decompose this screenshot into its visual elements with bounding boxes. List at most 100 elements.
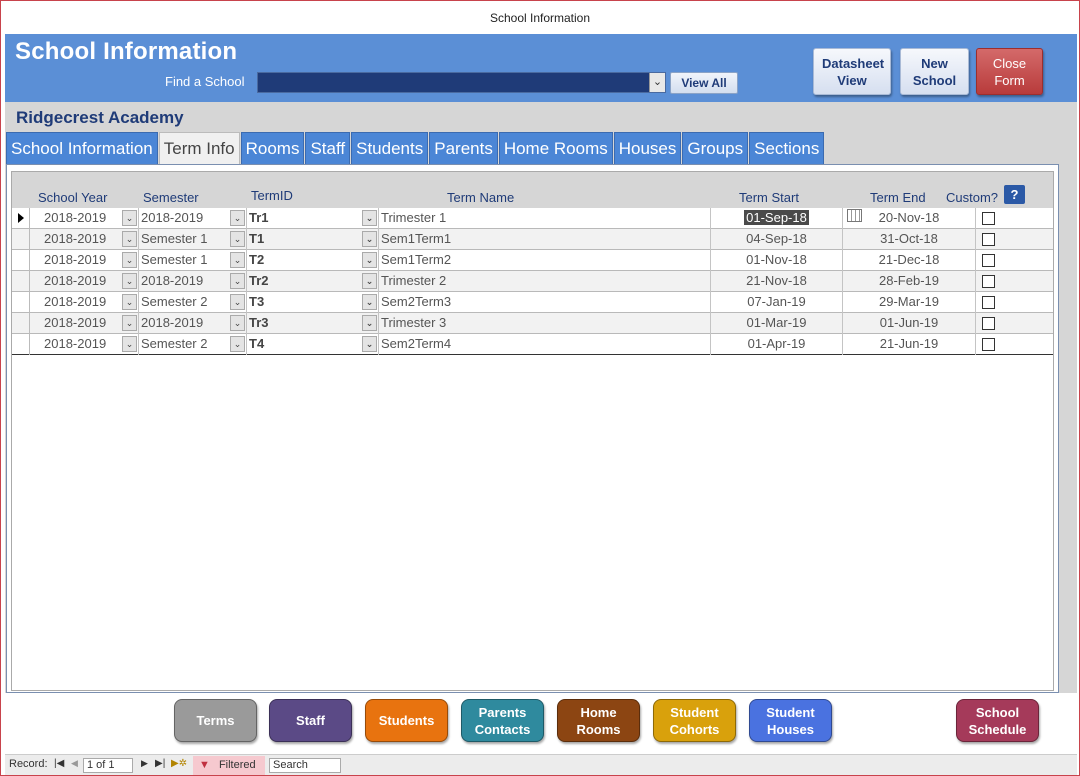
record-number-input[interactable]: 1 of 1: [83, 758, 133, 773]
last-record-icon[interactable]: ▶|: [155, 758, 165, 769]
chevron-down-icon[interactable]: ⌄: [122, 273, 137, 289]
students-button[interactable]: Students: [365, 699, 448, 742]
parents-contacts-button[interactable]: Parents Contacts: [461, 699, 544, 742]
chevron-down-icon[interactable]: ⌄: [362, 273, 377, 289]
term-id-cell[interactable]: T2 ⌄: [247, 250, 379, 271]
next-record-icon[interactable]: ▶: [141, 758, 148, 769]
semester-cell[interactable]: 2018-2019 ⌄: [139, 271, 247, 292]
chevron-down-icon[interactable]: ⌄: [230, 315, 245, 331]
tab-rooms[interactable]: Rooms: [240, 132, 305, 164]
term-id-cell[interactable]: T4 ⌄: [247, 334, 379, 355]
term-name-cell[interactable]: Sem1Term1: [379, 229, 711, 250]
chevron-down-icon[interactable]: ⌄: [362, 231, 377, 247]
student-houses-button[interactable]: Student Houses: [749, 699, 832, 742]
semester-cell[interactable]: 2018-2019 ⌄: [139, 313, 247, 334]
filter-toggle[interactable]: ▼ Filtered: [193, 756, 265, 775]
find-school-combo[interactable]: ⌄: [257, 72, 666, 93]
school-schedule-button[interactable]: School Schedule: [956, 699, 1039, 742]
chevron-down-icon[interactable]: ⌄: [122, 231, 137, 247]
record-selector[interactable]: [12, 292, 30, 313]
first-record-icon[interactable]: |◀: [54, 758, 64, 769]
custom-checkbox[interactable]: [982, 338, 995, 351]
term-id-cell[interactable]: Tr1 ⌄: [247, 208, 379, 229]
tab-students[interactable]: Students: [351, 132, 429, 164]
school-year-cell[interactable]: 2018-2019 ⌄: [30, 334, 139, 355]
school-year-cell[interactable]: 2018-2019 ⌄: [30, 292, 139, 313]
chevron-down-icon[interactable]: ⌄: [362, 315, 377, 331]
close-form-button[interactable]: Close Form: [976, 48, 1043, 95]
chevron-down-icon[interactable]: ⌄: [230, 252, 245, 268]
term-name-cell[interactable]: Sem2Term4: [379, 334, 711, 355]
term-end-cell[interactable]: 21-Jun-19: [843, 334, 976, 355]
chevron-down-icon[interactable]: ⌄: [122, 315, 137, 331]
term-name-cell[interactable]: Trimester 1: [379, 208, 711, 229]
school-year-cell[interactable]: 2018-2019 ⌄: [30, 208, 139, 229]
chevron-down-icon[interactable]: ⌄: [122, 210, 137, 226]
chevron-down-icon[interactable]: ⌄: [230, 294, 245, 310]
school-year-cell[interactable]: 2018-2019 ⌄: [30, 250, 139, 271]
record-selector[interactable]: [12, 208, 30, 229]
school-year-cell[interactable]: 2018-2019 ⌄: [30, 271, 139, 292]
term-id-cell[interactable]: T1 ⌄: [247, 229, 379, 250]
semester-cell[interactable]: Semester 2 ⌄: [139, 292, 247, 313]
custom-checkbox[interactable]: [982, 254, 995, 267]
custom-checkbox[interactable]: [982, 233, 995, 246]
tab-home-rooms[interactable]: Home Rooms: [498, 132, 613, 164]
school-year-cell[interactable]: 2018-2019 ⌄: [30, 229, 139, 250]
term-start-cell[interactable]: 01-Mar-19: [711, 313, 843, 334]
chevron-down-icon[interactable]: ⌄: [230, 231, 245, 247]
student-cohorts-button[interactable]: Student Cohorts: [653, 699, 736, 742]
term-start-cell[interactable]: 01-Nov-18: [711, 250, 843, 271]
home-rooms-button[interactable]: Home Rooms: [557, 699, 640, 742]
term-end-cell[interactable]: 20-Nov-18: [843, 208, 976, 229]
chevron-down-icon[interactable]: ⌄: [649, 73, 665, 92]
tab-parents[interactable]: Parents: [429, 132, 498, 164]
school-year-cell[interactable]: 2018-2019 ⌄: [30, 313, 139, 334]
term-start-cell[interactable]: 01-Apr-19: [711, 334, 843, 355]
chevron-down-icon[interactable]: ⌄: [362, 294, 377, 310]
term-end-cell[interactable]: 28-Feb-19: [843, 271, 976, 292]
term-name-cell[interactable]: Trimester 3: [379, 313, 711, 334]
chevron-down-icon[interactable]: ⌄: [230, 210, 245, 226]
custom-checkbox[interactable]: [982, 317, 995, 330]
record-selector[interactable]: [12, 334, 30, 355]
term-start-cell[interactable]: 04-Sep-18: [711, 229, 843, 250]
chevron-down-icon[interactable]: ⌄: [122, 336, 137, 352]
tab-sections[interactable]: Sections: [749, 132, 825, 164]
semester-cell[interactable]: Semester 2 ⌄: [139, 334, 247, 355]
term-name-cell[interactable]: Sem2Term3: [379, 292, 711, 313]
term-start-cell[interactable]: 07-Jan-19: [711, 292, 843, 313]
record-selector[interactable]: [12, 271, 30, 292]
chevron-down-icon[interactable]: ⌄: [362, 336, 377, 352]
new-record-icon[interactable]: ▶✲: [171, 758, 187, 769]
custom-checkbox[interactable]: [982, 275, 995, 288]
tab-term-info[interactable]: Term Info: [158, 132, 240, 164]
tab-staff[interactable]: Staff: [305, 132, 351, 164]
staff-button[interactable]: Staff: [269, 699, 352, 742]
chevron-down-icon[interactable]: ⌄: [230, 336, 245, 352]
chevron-down-icon[interactable]: ⌄: [230, 273, 245, 289]
view-all-button[interactable]: View All: [670, 72, 738, 94]
tab-school-information[interactable]: School Information: [6, 132, 158, 164]
term-name-cell[interactable]: Sem1Term2: [379, 250, 711, 271]
chevron-down-icon[interactable]: ⌄: [362, 210, 377, 226]
term-id-cell[interactable]: Tr3 ⌄: [247, 313, 379, 334]
terms-button[interactable]: Terms: [174, 699, 257, 742]
chevron-down-icon[interactable]: ⌄: [362, 252, 377, 268]
semester-cell[interactable]: Semester 1 ⌄: [139, 250, 247, 271]
term-start-cell[interactable]: 01-Sep-18: [711, 208, 843, 229]
search-input[interactable]: Search: [269, 758, 341, 773]
term-end-cell[interactable]: 21-Dec-18: [843, 250, 976, 271]
term-name-cell[interactable]: Trimester 2: [379, 271, 711, 292]
term-start-cell[interactable]: 21-Nov-18: [711, 271, 843, 292]
help-button[interactable]: ?: [1004, 185, 1025, 204]
record-selector[interactable]: [12, 250, 30, 271]
custom-checkbox[interactable]: [982, 296, 995, 309]
term-end-cell[interactable]: 29-Mar-19: [843, 292, 976, 313]
term-id-cell[interactable]: Tr2 ⌄: [247, 271, 379, 292]
previous-record-icon[interactable]: ◀: [71, 758, 78, 769]
semester-cell[interactable]: Semester 1 ⌄: [139, 229, 247, 250]
custom-checkbox[interactable]: [982, 212, 995, 225]
tab-houses[interactable]: Houses: [613, 132, 682, 164]
tab-groups[interactable]: Groups: [682, 132, 749, 164]
